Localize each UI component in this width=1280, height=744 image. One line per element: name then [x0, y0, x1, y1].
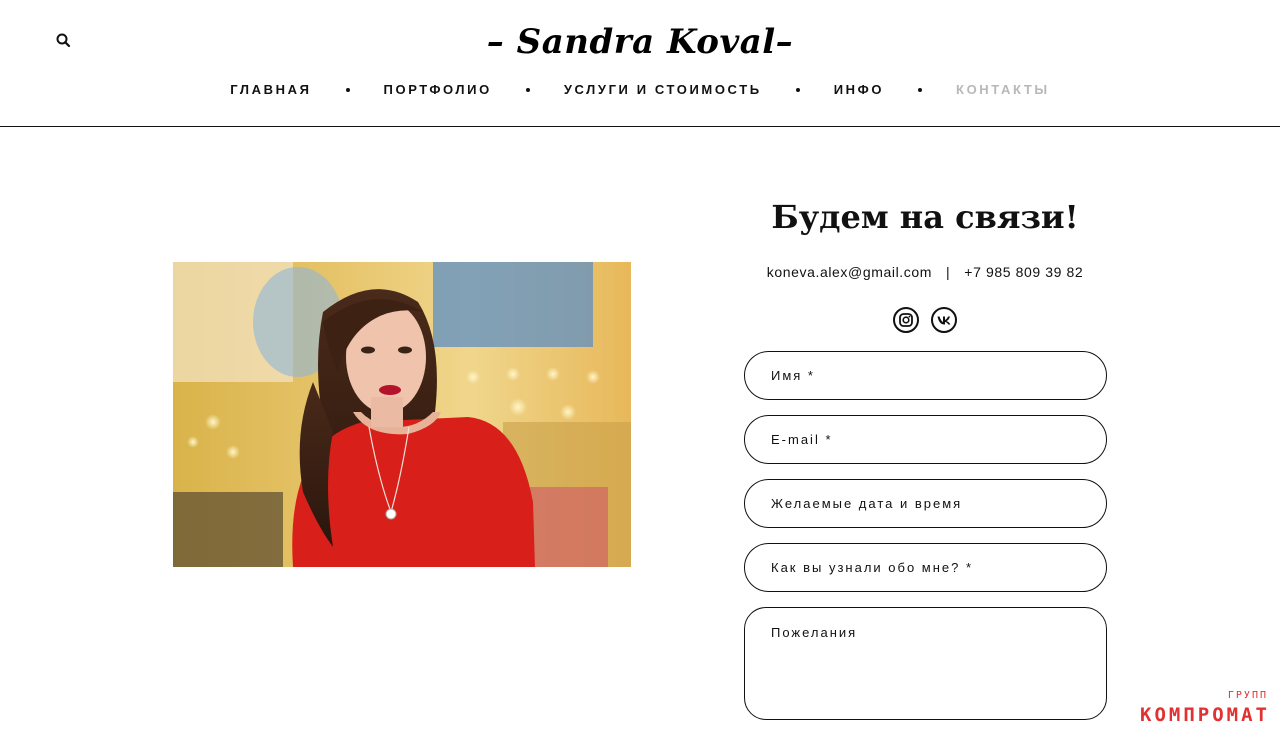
phone-link[interactable]: +7 985 809 39 82	[964, 264, 1083, 280]
source-field[interactable]	[744, 543, 1107, 592]
header-divider	[0, 126, 1280, 127]
watermark-main-text: КОМПРОМАТ	[1140, 704, 1270, 726]
nav-item-services[interactable]: УСЛУГИ И СТОИМОСТЬ	[564, 82, 762, 97]
vk-icon[interactable]	[931, 307, 957, 333]
email-field[interactable]	[744, 415, 1107, 464]
instagram-icon[interactable]	[893, 307, 919, 333]
contact-info: koneva.alex@gmail.com | +7 985 809 39 82	[744, 264, 1106, 280]
watermark-small-text: ГРУПП	[1227, 690, 1268, 701]
main-nav: ГЛАВНАЯ ПОРТФОЛИО УСЛУГИ И СТОИМОСТЬ ИНФ…	[0, 82, 1280, 97]
nav-item-portfolio[interactable]: ПОРТФОЛИО	[384, 82, 492, 97]
contact-title: Будем на связи!	[771, 198, 1079, 236]
name-field[interactable]	[744, 351, 1107, 400]
nav-separator-dot	[525, 87, 530, 92]
portrait-photo	[173, 262, 631, 567]
nav-separator-dot	[918, 87, 923, 92]
social-links	[744, 307, 1106, 333]
site-logo[interactable]: – Sandra Koval–	[0, 22, 1280, 62]
nav-separator-dot	[795, 87, 800, 92]
nav-item-info[interactable]: ИНФО	[834, 82, 884, 97]
nav-item-home[interactable]: ГЛАВНАЯ	[230, 82, 311, 97]
watermark-logo: ГРУПП КОМПРОМАТ	[1140, 690, 1270, 726]
contact-separator: |	[946, 264, 951, 280]
nav-item-contacts[interactable]: КОНТАКТЫ	[956, 82, 1050, 97]
email-link[interactable]: koneva.alex@gmail.com	[767, 264, 932, 280]
nav-separator-dot	[345, 87, 350, 92]
datetime-field[interactable]	[744, 479, 1107, 528]
wishes-field[interactable]	[744, 607, 1107, 720]
